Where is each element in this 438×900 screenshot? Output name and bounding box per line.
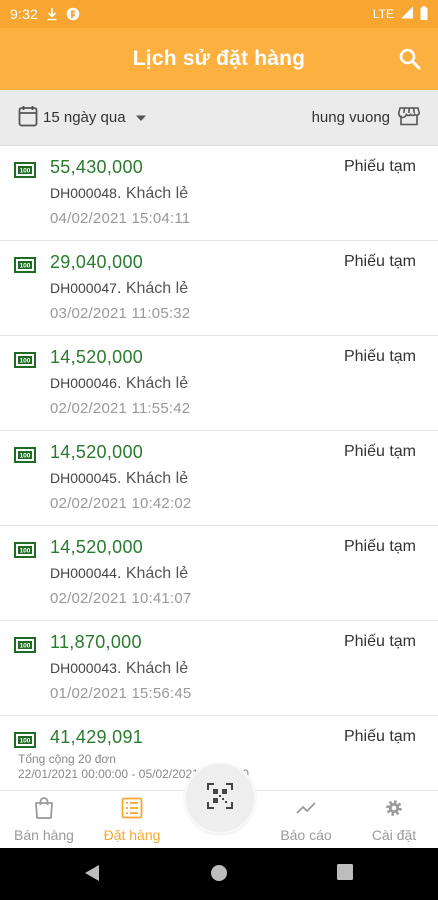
order-item[interactable]: 100 41,429,091 Phiếu tạm <box>0 716 438 750</box>
nav-sell-label: Bán hàng <box>14 827 74 843</box>
calendar-icon <box>18 105 38 131</box>
order-customer: . Khách lẻ <box>116 660 189 677</box>
order-customer: . Khách lẻ <box>116 185 189 202</box>
svg-text:100: 100 <box>20 263 31 270</box>
order-amount: 14,520,000 <box>50 537 144 557</box>
nav-reports-label: Báo cáo <box>280 827 332 843</box>
order-amount: 41,429,091 <box>50 727 144 747</box>
money-icon: 100 <box>14 732 36 748</box>
store-icon <box>397 106 420 130</box>
money-icon: 100 <box>14 257 36 273</box>
nav-orders[interactable]: Đặt hàng <box>88 797 176 843</box>
network-label: LTE <box>372 7 394 21</box>
app-notification-icon <box>66 7 80 21</box>
date-range-selector[interactable]: 15 ngày qua <box>18 105 147 131</box>
qr-scan-icon <box>207 782 233 814</box>
download-icon <box>46 7 58 21</box>
order-datetime: 04/02/2021 15:04:11 <box>50 210 191 227</box>
svg-text:100: 100 <box>20 548 31 555</box>
trend-chart-icon <box>295 797 317 822</box>
order-datetime: 01/02/2021 15:56:45 <box>50 685 192 702</box>
order-code: DH000047 <box>50 280 117 296</box>
order-item[interactable]: 100 11,870,000 Phiếu tạm DH000043. Khách… <box>0 621 438 716</box>
order-code: DH000045 <box>50 470 117 486</box>
order-amount: 11,870,000 <box>50 632 142 652</box>
store-selector[interactable]: hung vuong <box>312 106 420 130</box>
order-status: Phiếu tạm <box>343 538 416 555</box>
home-icon[interactable] <box>210 864 228 887</box>
order-item[interactable]: 100 14,520,000 Phiếu tạm DH000044. Khách… <box>0 526 438 621</box>
page-title: Lịch sử đặt hàng <box>132 47 306 70</box>
app-bar: Lịch sử đặt hàng <box>0 28 438 90</box>
order-status: Phiếu tạm <box>343 348 416 365</box>
order-description: DH000043. Khách lẻ <box>50 660 188 678</box>
order-code: DH000046 <box>50 375 117 391</box>
order-status: Phiếu tạm <box>343 158 416 175</box>
money-icon: 100 <box>14 352 36 368</box>
order-datetime: 03/02/2021 11:05:32 <box>50 305 191 322</box>
status-time: 9:32 <box>10 6 39 22</box>
battery-icon <box>420 5 428 23</box>
money-icon: 100 <box>14 637 36 653</box>
order-description: DH000047. Khách lẻ <box>50 280 188 298</box>
order-list[interactable]: 100 55,430,000 Phiếu tạm DH000048. Khách… <box>0 146 438 750</box>
order-item[interactable]: 100 29,040,000 Phiếu tạm DH000047. Khách… <box>0 241 438 336</box>
order-item[interactable]: 100 14,520,000 Phiếu tạm DH000045. Khách… <box>0 431 438 526</box>
order-amount: 14,520,000 <box>50 347 144 367</box>
order-code: DH000043 <box>50 660 117 676</box>
signal-icon <box>400 6 414 22</box>
svg-text:100: 100 <box>20 643 31 650</box>
order-customer: . Khách lẻ <box>116 375 189 392</box>
money-icon: 100 <box>14 162 36 178</box>
back-icon[interactable] <box>84 864 100 887</box>
svg-text:100: 100 <box>20 358 31 365</box>
nav-settings-label: Cài đặt <box>371 827 417 843</box>
svg-text:100: 100 <box>20 168 31 175</box>
order-code: DH000044 <box>50 565 117 581</box>
svg-text:100: 100 <box>20 738 31 745</box>
order-code: DH000048 <box>50 185 117 201</box>
order-status: Phiếu tạm <box>343 443 416 460</box>
order-item[interactable]: 100 14,520,000 Phiếu tạm DH000046. Khách… <box>0 336 438 431</box>
order-list-icon <box>121 797 143 822</box>
money-icon: 100 <box>14 447 36 463</box>
order-item[interactable]: 100 55,430,000 Phiếu tạm DH000048. Khách… <box>0 146 438 241</box>
order-datetime: 02/02/2021 11:55:42 <box>50 400 191 417</box>
order-datetime: 02/02/2021 10:42:02 <box>50 495 192 512</box>
order-description: DH000046. Khách lẻ <box>50 375 188 393</box>
order-datetime: 02/02/2021 10:41:07 <box>50 590 192 607</box>
order-amount: 29,040,000 <box>50 252 144 272</box>
order-customer: . Khách lẻ <box>116 280 189 297</box>
gear-icon <box>383 797 405 822</box>
nav-orders-label: Đặt hàng <box>103 827 161 843</box>
order-amount: 14,520,000 <box>50 442 144 462</box>
nav-sell[interactable]: Bán hàng <box>0 797 88 843</box>
date-range-label: 15 ngày qua <box>43 109 126 126</box>
order-customer: . Khách lẻ <box>116 470 189 487</box>
qr-scan-button[interactable] <box>184 762 256 834</box>
search-icon[interactable] <box>398 47 422 71</box>
recents-icon[interactable] <box>337 864 353 885</box>
money-icon: 100 <box>14 542 36 558</box>
order-status: Phiếu tạm <box>343 253 416 270</box>
order-description: DH000045. Khách lẻ <box>50 470 188 488</box>
caret-down-icon <box>135 109 147 126</box>
status-bar: 9:32 LTE <box>0 0 438 28</box>
system-navigation-bar <box>0 848 438 900</box>
order-description: DH000044. Khách lẻ <box>50 565 188 583</box>
svg-text:100: 100 <box>20 453 31 460</box>
shopping-bag-icon <box>34 797 54 822</box>
nav-reports[interactable]: Báo cáo <box>262 797 350 843</box>
order-status: Phiếu tạm <box>343 633 416 650</box>
order-customer: . Khách lẻ <box>116 565 189 582</box>
nav-settings[interactable]: Cài đặt <box>350 797 438 843</box>
filter-bar: 15 ngày qua hung vuong <box>0 90 438 146</box>
order-status: Phiếu tạm <box>343 728 416 745</box>
order-description: DH000048. Khách lẻ <box>50 185 188 203</box>
store-name: hung vuong <box>311 109 390 126</box>
order-amount: 55,430,000 <box>50 157 144 177</box>
